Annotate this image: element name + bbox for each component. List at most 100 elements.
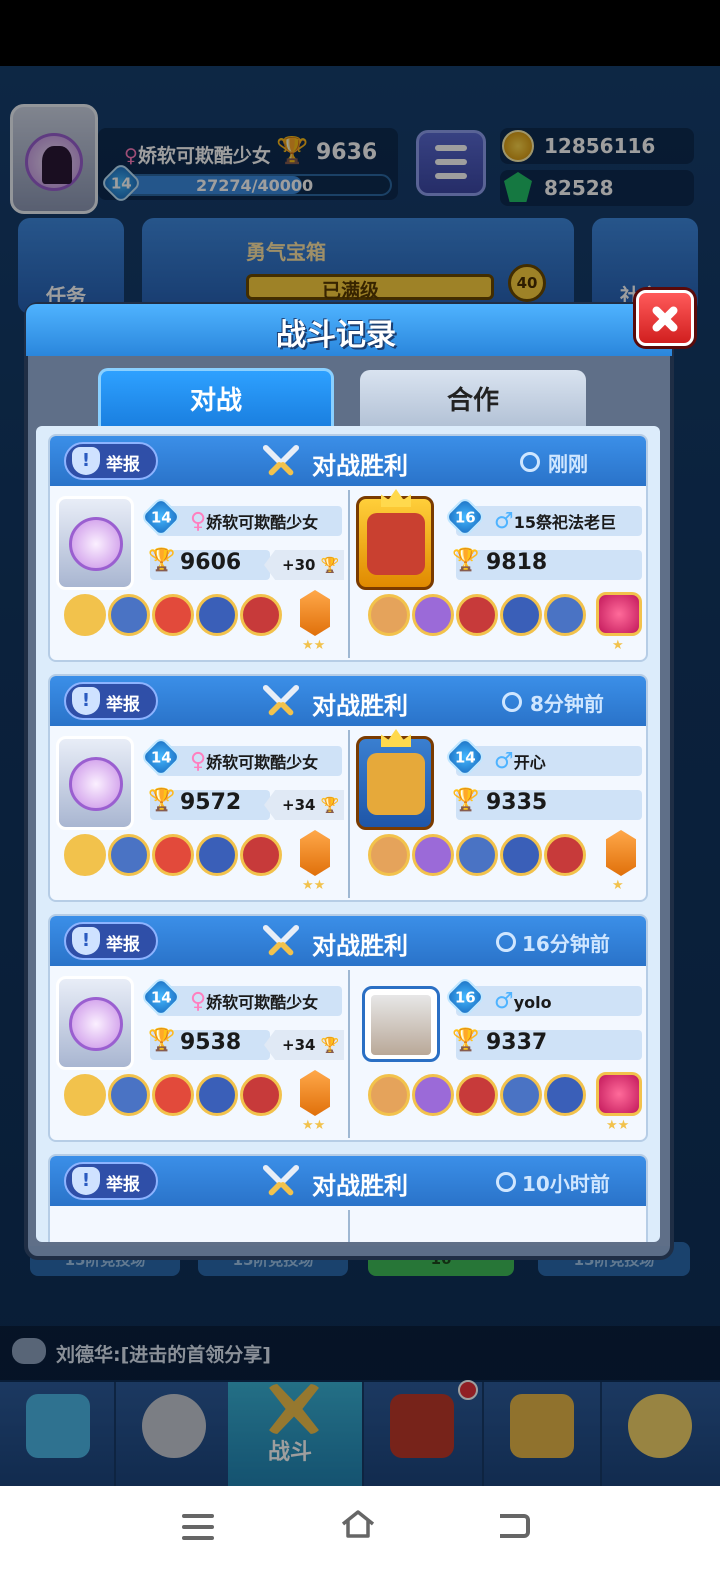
card-icon: [300, 1070, 330, 1116]
report-button[interactable]: ! 举报: [64, 922, 158, 960]
report-button[interactable]: ! 举报: [64, 1162, 158, 1200]
report-button[interactable]: ! 举报: [64, 442, 158, 480]
hero-icon: [152, 834, 194, 876]
opponent-name: ♂yolo: [494, 989, 552, 1014]
name-bar: [456, 746, 642, 776]
time-label: 10小时前: [522, 1172, 610, 1196]
hero-icon: [500, 834, 542, 876]
star-icons: ★★: [302, 1118, 326, 1133]
hero-icon: [368, 834, 410, 876]
result-label: 对战胜利: [312, 692, 408, 720]
female-icon: ♀: [190, 749, 207, 774]
shield-alert-icon: !: [72, 927, 100, 955]
player-avatar[interactable]: [56, 736, 134, 830]
male-icon: ♂: [494, 509, 514, 534]
hero-icon: [240, 594, 282, 636]
opponent-name: ♂15祭祀法老巨: [494, 509, 617, 534]
card-icon: [300, 590, 330, 636]
player-avatar[interactable]: [56, 976, 134, 1070]
time-label: 16分钟前: [522, 932, 610, 956]
hero-icon: [64, 834, 106, 876]
record-header: ! 举报 对战胜利 16分钟前: [50, 916, 646, 966]
trophy-value: 9538: [180, 1030, 242, 1055]
trophy-icon: 🏆: [452, 788, 480, 813]
record-item: ! 举报 对战胜利 10小时前: [48, 1154, 648, 1242]
hero-icon: [500, 1074, 542, 1116]
time-label: 8分钟前: [530, 692, 604, 716]
crossed-swords-icon: [262, 444, 300, 476]
report-button[interactable]: ! 举报: [64, 682, 158, 720]
result-label: 对战胜利: [312, 932, 408, 960]
recent-apps-button[interactable]: [182, 1514, 214, 1547]
opponent-avatar[interactable]: [356, 489, 434, 590]
hero-icon: [368, 594, 410, 636]
shield-alert-icon: !: [72, 687, 100, 715]
record-header: ! 举报 对战胜利 刚刚: [50, 436, 646, 486]
shield-alert-icon: !: [72, 1167, 100, 1195]
star-icons: ★: [612, 878, 624, 893]
trophy-delta: +34 🏆: [264, 790, 344, 820]
opponent-name: ♂开心: [494, 749, 546, 774]
hero-icon: [64, 1074, 106, 1116]
hero-icon: [240, 1074, 282, 1116]
record-item: ! 举报 对战胜利 8分钟前 14 ♀娇软可欺酷少女 🏆 9572 +34 🏆 …: [48, 674, 648, 902]
hero-icon: [196, 834, 238, 876]
opponent-avatar[interactable]: [362, 986, 440, 1062]
home-button[interactable]: [340, 1508, 376, 1540]
record-list[interactable]: ! 举报 对战胜利 刚刚 14 ♀娇软可欺酷少女 🏆 9606 +30 🏆 ★★: [36, 426, 660, 1242]
tab-battle[interactable]: 对战: [98, 368, 334, 426]
crossed-swords-icon: [262, 684, 300, 716]
hero-icon: [196, 594, 238, 636]
trophy-delta: +30 🏆: [264, 550, 344, 580]
clock-icon: [502, 692, 522, 712]
trophy-icon: 🏆: [452, 548, 480, 573]
player-name: ♀娇软可欺酷少女: [190, 509, 319, 534]
star-icons: ★★: [302, 638, 326, 653]
opponent-avatar[interactable]: [356, 729, 434, 830]
trophy-icon: 🏆: [148, 1028, 176, 1053]
tab-coop[interactable]: 合作: [360, 370, 586, 426]
hero-icon: [152, 1074, 194, 1116]
hero-icon: [456, 594, 498, 636]
trophy-icon: 🏆: [148, 548, 176, 573]
female-icon: ♀: [190, 989, 207, 1014]
trophy-delta: +34 🏆: [264, 1030, 344, 1060]
male-icon: ♂: [494, 749, 514, 774]
trophy-value: 9335: [486, 790, 548, 815]
player-name: ♀娇软可欺酷少女: [190, 989, 319, 1014]
male-icon: ♂: [494, 989, 514, 1014]
close-button[interactable]: [636, 290, 694, 346]
hero-icon: [544, 594, 586, 636]
back-button[interactable]: [500, 1514, 530, 1538]
record-item: ! 举报 对战胜利 刚刚 14 ♀娇软可欺酷少女 🏆 9606 +30 🏆 ★★: [48, 434, 648, 662]
hero-icon: [240, 834, 282, 876]
clock-icon: [496, 1172, 516, 1192]
hero-icon: [456, 834, 498, 876]
card-icon: [606, 830, 636, 876]
trophy-bar: [456, 790, 642, 820]
trophy-bar: [456, 1030, 642, 1060]
record-item: ! 举报 对战胜利 16分钟前 14 ♀娇软可欺酷少女 🏆 9538 +34 🏆…: [48, 914, 648, 1142]
trophy-value: 9818: [486, 550, 548, 575]
card-icon: [300, 830, 330, 876]
hero-icon: [196, 1074, 238, 1116]
trophy-value: 9337: [486, 1030, 548, 1055]
clock-icon: [496, 932, 516, 952]
player-name: ♀娇软可欺酷少女: [190, 749, 319, 774]
hero-icon: [412, 834, 454, 876]
time-label: 刚刚: [548, 452, 588, 476]
hero-icon: [64, 594, 106, 636]
star-icons: ★★: [606, 1118, 630, 1133]
trophy-icon: 🏆: [452, 1028, 480, 1053]
shield-alert-icon: !: [72, 447, 100, 475]
female-icon: ♀: [190, 509, 207, 534]
result-label: 对战胜利: [312, 452, 408, 480]
crossed-swords-icon: [262, 924, 300, 956]
status-bar: [0, 0, 720, 66]
clock-icon: [520, 452, 540, 472]
hero-icon: [108, 834, 150, 876]
player-avatar[interactable]: [56, 496, 134, 590]
hero-icon: [412, 594, 454, 636]
hero-icon: [368, 1074, 410, 1116]
trophy-bar: [456, 550, 642, 580]
